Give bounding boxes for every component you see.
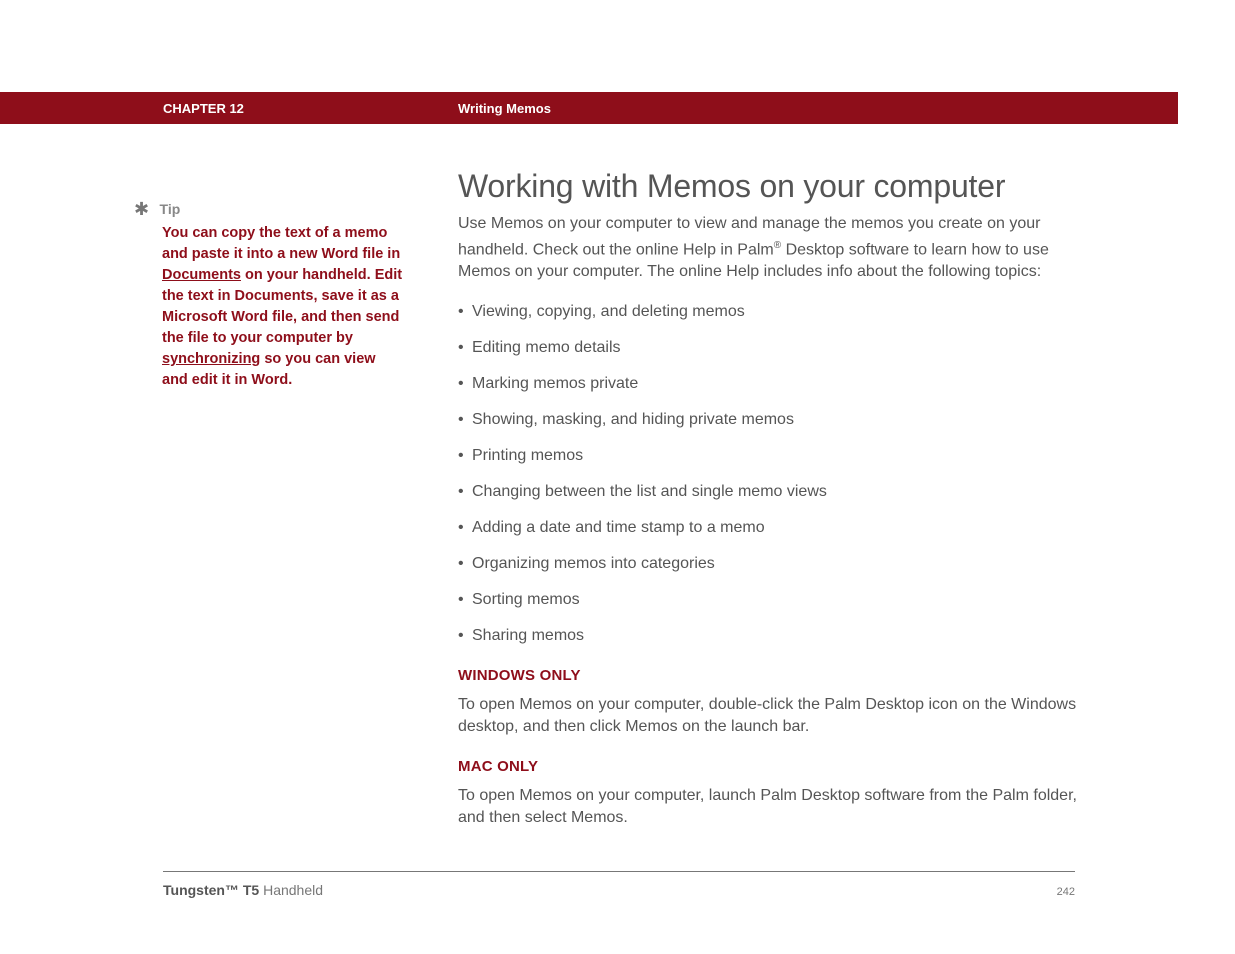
device-name: Tungsten™ T5 Handheld [163, 882, 323, 898]
document-page: CHAPTER 12 Writing Memos ✱ Tip You can c… [0, 0, 1235, 954]
list-item: Printing memos [458, 445, 1078, 467]
asterisk-icon: ✱ [134, 200, 149, 218]
tip-body: You can copy the text of a memo and past… [162, 223, 404, 391]
list-item: Adding a date and time stamp to a memo [458, 517, 1078, 539]
list-item: Editing memo details [458, 337, 1078, 359]
chapter-label: CHAPTER 12 [163, 101, 458, 116]
documents-link[interactable]: Documents [162, 267, 241, 283]
list-item: Changing between the list and single mem… [458, 481, 1078, 503]
chapter-header-bar: CHAPTER 12 Writing Memos [0, 92, 1178, 124]
page-number: 242 [1057, 886, 1075, 898]
tip-text-1: You can copy the text of a memo and past… [162, 225, 400, 262]
tip-label: Tip [160, 200, 181, 218]
mac-paragraph: To open Memos on your computer, launch P… [458, 785, 1078, 829]
device-suffix: Handheld [259, 882, 323, 898]
list-item: Showing, masking, and hiding private mem… [458, 409, 1078, 431]
synchronizing-link[interactable]: synchronizing [162, 351, 260, 367]
page-footer: Tungsten™ T5 Handheld 242 [163, 871, 1075, 898]
list-item: Viewing, copying, and deleting memos [458, 301, 1078, 323]
windows-only-heading: WINDOWS ONLY [458, 667, 1078, 684]
list-item: Organizing memos into categories [458, 553, 1078, 575]
list-item: Marking memos private [458, 373, 1078, 395]
windows-paragraph: To open Memos on your computer, double-c… [458, 694, 1078, 738]
page-heading: Working with Memos on your computer [458, 168, 1078, 205]
list-item: Sharing memos [458, 625, 1078, 647]
intro-paragraph: Use Memos on your computer to view and m… [458, 213, 1078, 283]
mac-only-heading: MAC ONLY [458, 758, 1078, 775]
tip-sidebar: ✱ Tip You can copy the text of a memo an… [134, 200, 404, 391]
list-item: Sorting memos [458, 589, 1078, 611]
header-title: Writing Memos [458, 101, 551, 116]
device-model: Tungsten™ T5 [163, 882, 259, 898]
topics-list: Viewing, copying, and deleting memos Edi… [458, 301, 1078, 647]
main-content: Working with Memos on your computer Use … [458, 168, 1078, 829]
